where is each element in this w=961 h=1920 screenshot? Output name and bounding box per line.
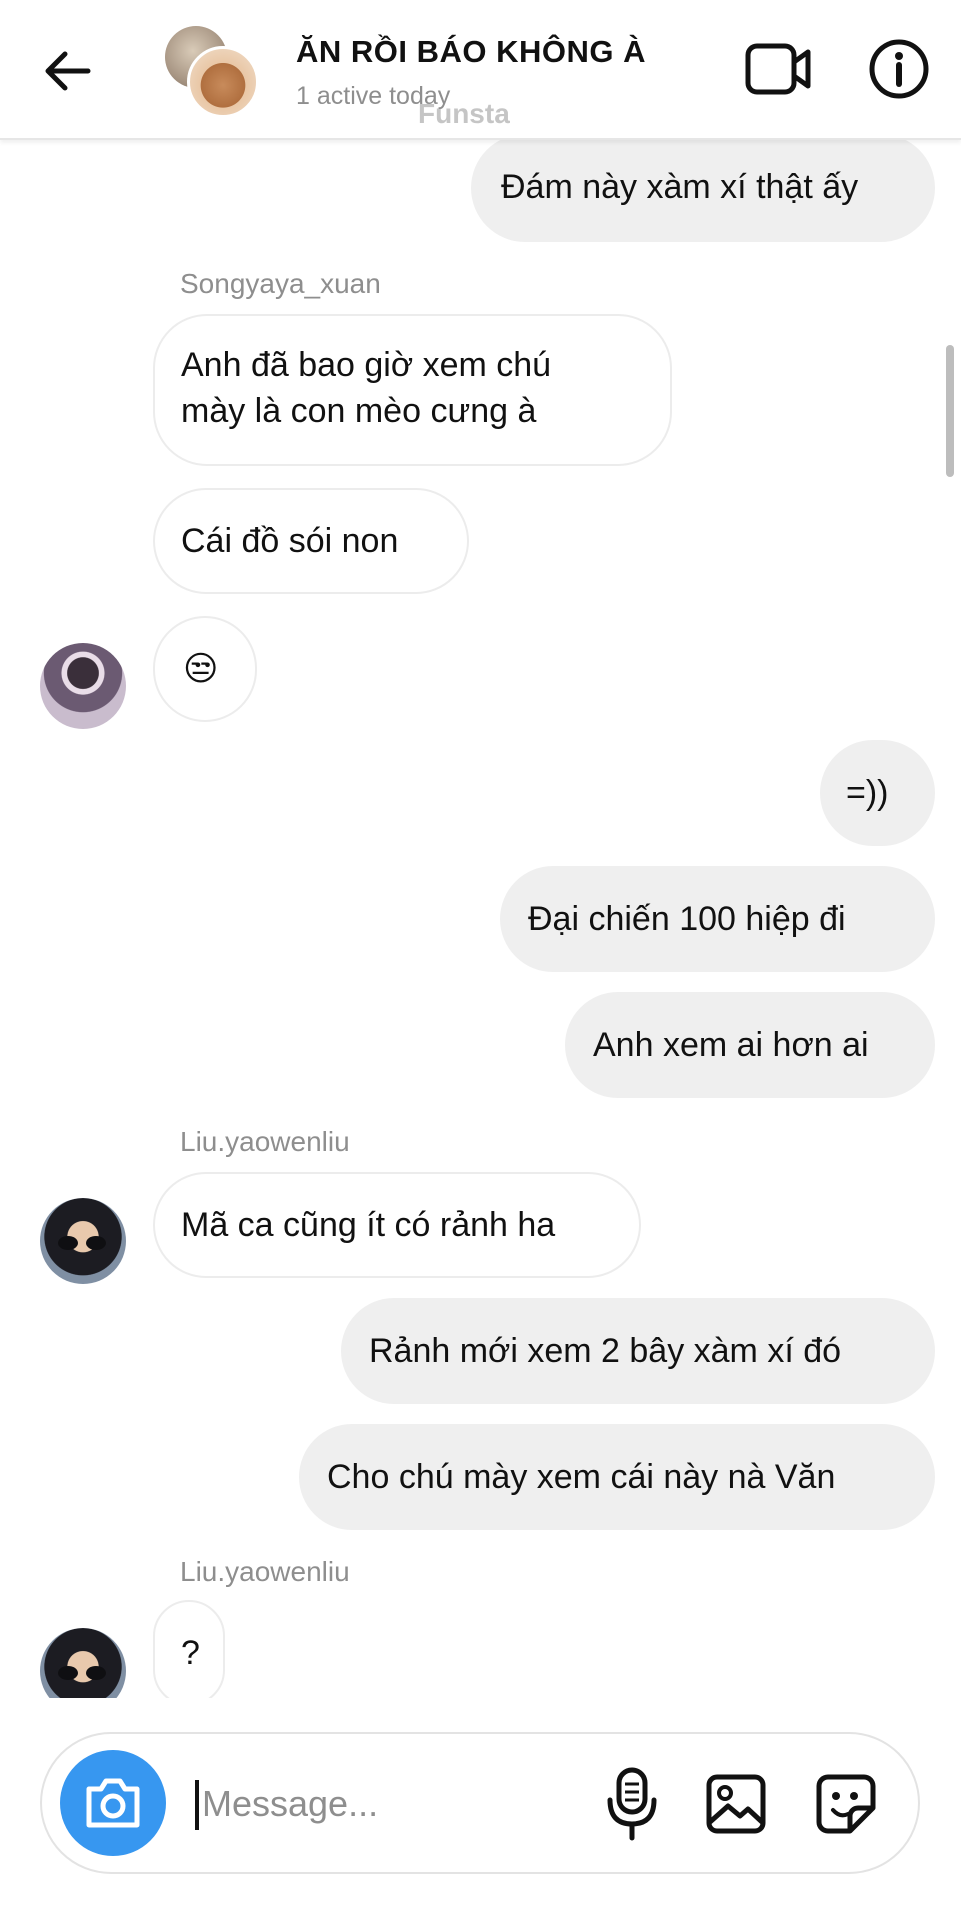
sticker-icon <box>816 1774 876 1834</box>
message-line: Anh đã bao giờ xem chú <box>181 346 552 384</box>
camera-button[interactable] <box>60 1750 166 1856</box>
avatar[interactable] <box>40 1628 126 1698</box>
avatar[interactable] <box>40 643 126 729</box>
watermark: Funsta <box>418 98 510 129</box>
scrollbar-thumb[interactable] <box>946 345 954 477</box>
message-bubble-outgoing[interactable]: Đại chiến 100 hiệp đi <box>500 866 935 972</box>
group-avatar-front <box>187 46 259 118</box>
message-bubble-outgoing[interactable]: Cho chú mày xem cái này nà Văn <box>299 1424 935 1530</box>
sender-name: Liu.yaowenliu <box>180 1556 350 1587</box>
gallery-button[interactable] <box>704 1772 768 1836</box>
image-gallery-icon <box>706 1774 766 1834</box>
message-thread: Đám này xàm xí thật ấy Songyaya_xuan Anh… <box>0 138 961 1698</box>
video-camera-icon <box>745 43 811 95</box>
message-bubble-incoming[interactable]: Mã ca cũng ít có rảnh ha <box>153 1172 641 1278</box>
message-bubble-incoming[interactable]: 😒 <box>153 616 257 722</box>
voice-message-button[interactable] <box>602 1766 662 1842</box>
message-line: mày là con mèo cưng à <box>181 392 537 430</box>
microphone-icon <box>607 1767 657 1841</box>
avatar-detail <box>58 1236 108 1250</box>
group-avatar[interactable] <box>165 26 259 118</box>
info-icon <box>869 39 929 99</box>
message-composer <box>40 1732 920 1874</box>
camera-icon <box>86 1778 140 1828</box>
message-bubble-incoming[interactable]: Cái đồ sói non <box>153 488 469 594</box>
chat-header: ĂN RỒI BÁO KHÔNG À 1 active today Funsta <box>0 0 961 140</box>
sender-name: Liu.yaowenliu <box>180 1126 350 1157</box>
message-bubble-outgoing[interactable]: Đám này xàm xí thật ấy <box>471 138 935 242</box>
message-bubble-outgoing[interactable]: Rảnh mới xem 2 bây xàm xí đó <box>341 1298 935 1404</box>
message-bubble-incoming[interactable]: ? <box>153 1600 225 1698</box>
message-bubble-incoming[interactable]: Anh đã bao giờ xem chú mày là con mèo cư… <box>153 314 672 466</box>
sticker-button[interactable] <box>814 1772 878 1836</box>
video-call-button[interactable] <box>744 40 814 98</box>
avatar[interactable] <box>40 1198 126 1284</box>
message-bubble-outgoing[interactable]: Anh xem ai hơn ai <box>565 992 935 1098</box>
message-input[interactable] <box>202 1774 622 1834</box>
message-bubble-outgoing[interactable]: =)) <box>820 740 935 846</box>
arrow-left-icon <box>45 51 91 91</box>
avatar-detail <box>58 1666 108 1680</box>
back-button[interactable] <box>38 40 98 100</box>
text-cursor <box>195 1780 199 1830</box>
conversation-info-button[interactable] <box>868 38 930 100</box>
conversation-title[interactable]: ĂN RỒI BÁO KHÔNG À <box>296 34 646 70</box>
sender-name: Songyaya_xuan <box>180 268 381 299</box>
